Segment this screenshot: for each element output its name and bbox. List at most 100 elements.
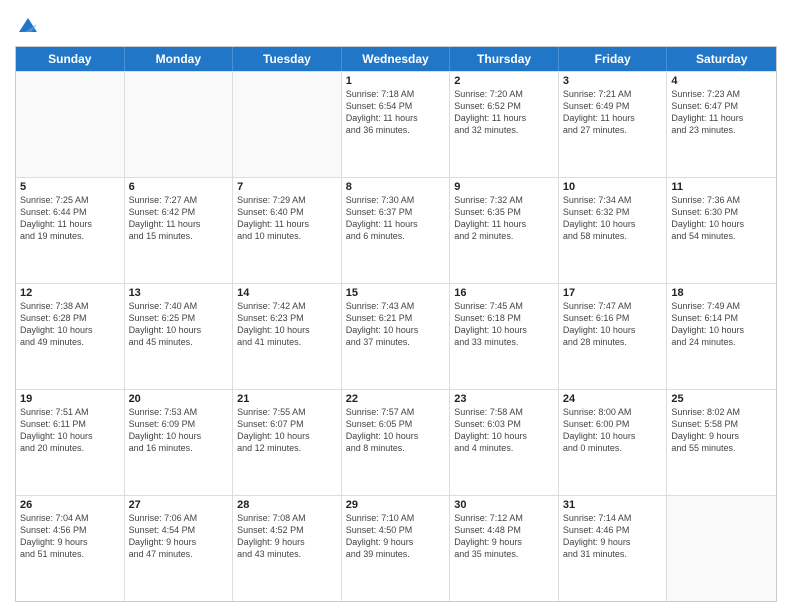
day-info: Sunrise: 7:57 AM Sunset: 6:05 PM Dayligh… xyxy=(346,406,446,455)
day-info: Sunrise: 7:34 AM Sunset: 6:32 PM Dayligh… xyxy=(563,194,663,243)
day-info: Sunrise: 7:32 AM Sunset: 6:35 PM Dayligh… xyxy=(454,194,554,243)
day-number: 17 xyxy=(563,287,663,299)
weekday-header-tuesday: Tuesday xyxy=(233,47,342,71)
day-info: Sunrise: 7:14 AM Sunset: 4:46 PM Dayligh… xyxy=(563,512,663,561)
day-info: Sunrise: 7:25 AM Sunset: 6:44 PM Dayligh… xyxy=(20,194,120,243)
day-info: Sunrise: 7:51 AM Sunset: 6:11 PM Dayligh… xyxy=(20,406,120,455)
day-info: Sunrise: 7:29 AM Sunset: 6:40 PM Dayligh… xyxy=(237,194,337,243)
day-number: 2 xyxy=(454,75,554,87)
weekday-header-monday: Monday xyxy=(125,47,234,71)
day-number: 27 xyxy=(129,499,229,511)
day-cell-25: 25Sunrise: 8:02 AM Sunset: 5:58 PM Dayli… xyxy=(667,390,776,495)
day-info: Sunrise: 7:23 AM Sunset: 6:47 PM Dayligh… xyxy=(671,88,772,137)
day-number: 7 xyxy=(237,181,337,193)
day-info: Sunrise: 7:06 AM Sunset: 4:54 PM Dayligh… xyxy=(129,512,229,561)
day-cell-empty-0-1 xyxy=(125,72,234,177)
day-info: Sunrise: 7:55 AM Sunset: 6:07 PM Dayligh… xyxy=(237,406,337,455)
day-cell-3: 3Sunrise: 7:21 AM Sunset: 6:49 PM Daylig… xyxy=(559,72,668,177)
day-number: 15 xyxy=(346,287,446,299)
day-cell-15: 15Sunrise: 7:43 AM Sunset: 6:21 PM Dayli… xyxy=(342,284,451,389)
day-info: Sunrise: 7:36 AM Sunset: 6:30 PM Dayligh… xyxy=(671,194,772,243)
day-number: 20 xyxy=(129,393,229,405)
day-info: Sunrise: 7:18 AM Sunset: 6:54 PM Dayligh… xyxy=(346,88,446,137)
day-number: 28 xyxy=(237,499,337,511)
day-number: 9 xyxy=(454,181,554,193)
day-cell-24: 24Sunrise: 8:00 AM Sunset: 6:00 PM Dayli… xyxy=(559,390,668,495)
day-cell-9: 9Sunrise: 7:32 AM Sunset: 6:35 PM Daylig… xyxy=(450,178,559,283)
day-info: Sunrise: 8:00 AM Sunset: 6:00 PM Dayligh… xyxy=(563,406,663,455)
day-number: 5 xyxy=(20,181,120,193)
day-cell-8: 8Sunrise: 7:30 AM Sunset: 6:37 PM Daylig… xyxy=(342,178,451,283)
day-cell-14: 14Sunrise: 7:42 AM Sunset: 6:23 PM Dayli… xyxy=(233,284,342,389)
day-cell-6: 6Sunrise: 7:27 AM Sunset: 6:42 PM Daylig… xyxy=(125,178,234,283)
day-number: 23 xyxy=(454,393,554,405)
day-info: Sunrise: 7:53 AM Sunset: 6:09 PM Dayligh… xyxy=(129,406,229,455)
day-cell-16: 16Sunrise: 7:45 AM Sunset: 6:18 PM Dayli… xyxy=(450,284,559,389)
day-number: 30 xyxy=(454,499,554,511)
day-cell-10: 10Sunrise: 7:34 AM Sunset: 6:32 PM Dayli… xyxy=(559,178,668,283)
day-cell-1: 1Sunrise: 7:18 AM Sunset: 6:54 PM Daylig… xyxy=(342,72,451,177)
day-number: 11 xyxy=(671,181,772,193)
calendar-row-3: 19Sunrise: 7:51 AM Sunset: 6:11 PM Dayli… xyxy=(16,389,776,495)
day-cell-empty-0-2 xyxy=(233,72,342,177)
calendar: SundayMondayTuesdayWednesdayThursdayFrid… xyxy=(15,46,777,602)
day-info: Sunrise: 7:20 AM Sunset: 6:52 PM Dayligh… xyxy=(454,88,554,137)
day-info: Sunrise: 7:49 AM Sunset: 6:14 PM Dayligh… xyxy=(671,300,772,349)
day-cell-13: 13Sunrise: 7:40 AM Sunset: 6:25 PM Dayli… xyxy=(125,284,234,389)
weekday-header-saturday: Saturday xyxy=(667,47,776,71)
day-number: 18 xyxy=(671,287,772,299)
day-cell-18: 18Sunrise: 7:49 AM Sunset: 6:14 PM Dayli… xyxy=(667,284,776,389)
day-cell-22: 22Sunrise: 7:57 AM Sunset: 6:05 PM Dayli… xyxy=(342,390,451,495)
day-info: Sunrise: 7:38 AM Sunset: 6:28 PM Dayligh… xyxy=(20,300,120,349)
day-cell-20: 20Sunrise: 7:53 AM Sunset: 6:09 PM Dayli… xyxy=(125,390,234,495)
day-cell-28: 28Sunrise: 7:08 AM Sunset: 4:52 PM Dayli… xyxy=(233,496,342,601)
page: SundayMondayTuesdayWednesdayThursdayFrid… xyxy=(0,0,792,612)
day-cell-26: 26Sunrise: 7:04 AM Sunset: 4:56 PM Dayli… xyxy=(16,496,125,601)
day-number: 13 xyxy=(129,287,229,299)
day-cell-31: 31Sunrise: 7:14 AM Sunset: 4:46 PM Dayli… xyxy=(559,496,668,601)
day-number: 14 xyxy=(237,287,337,299)
day-cell-27: 27Sunrise: 7:06 AM Sunset: 4:54 PM Dayli… xyxy=(125,496,234,601)
day-number: 8 xyxy=(346,181,446,193)
day-number: 4 xyxy=(671,75,772,87)
day-number: 3 xyxy=(563,75,663,87)
day-info: Sunrise: 7:21 AM Sunset: 6:49 PM Dayligh… xyxy=(563,88,663,137)
day-number: 19 xyxy=(20,393,120,405)
day-cell-17: 17Sunrise: 7:47 AM Sunset: 6:16 PM Dayli… xyxy=(559,284,668,389)
day-number: 31 xyxy=(563,499,663,511)
header xyxy=(15,10,777,38)
day-info: Sunrise: 7:47 AM Sunset: 6:16 PM Dayligh… xyxy=(563,300,663,349)
day-cell-12: 12Sunrise: 7:38 AM Sunset: 6:28 PM Dayli… xyxy=(16,284,125,389)
day-cell-4: 4Sunrise: 7:23 AM Sunset: 6:47 PM Daylig… xyxy=(667,72,776,177)
day-number: 1 xyxy=(346,75,446,87)
day-info: Sunrise: 8:02 AM Sunset: 5:58 PM Dayligh… xyxy=(671,406,772,455)
day-number: 12 xyxy=(20,287,120,299)
weekday-header-sunday: Sunday xyxy=(16,47,125,71)
day-info: Sunrise: 7:08 AM Sunset: 4:52 PM Dayligh… xyxy=(237,512,337,561)
day-number: 26 xyxy=(20,499,120,511)
day-number: 24 xyxy=(563,393,663,405)
weekday-header-thursday: Thursday xyxy=(450,47,559,71)
calendar-row-0: 1Sunrise: 7:18 AM Sunset: 6:54 PM Daylig… xyxy=(16,71,776,177)
day-info: Sunrise: 7:42 AM Sunset: 6:23 PM Dayligh… xyxy=(237,300,337,349)
day-cell-empty-0-0 xyxy=(16,72,125,177)
day-cell-empty-4-6 xyxy=(667,496,776,601)
day-number: 22 xyxy=(346,393,446,405)
day-info: Sunrise: 7:04 AM Sunset: 4:56 PM Dayligh… xyxy=(20,512,120,561)
day-number: 6 xyxy=(129,181,229,193)
day-cell-2: 2Sunrise: 7:20 AM Sunset: 6:52 PM Daylig… xyxy=(450,72,559,177)
weekday-header-friday: Friday xyxy=(559,47,668,71)
day-cell-23: 23Sunrise: 7:58 AM Sunset: 6:03 PM Dayli… xyxy=(450,390,559,495)
day-cell-29: 29Sunrise: 7:10 AM Sunset: 4:50 PM Dayli… xyxy=(342,496,451,601)
day-cell-21: 21Sunrise: 7:55 AM Sunset: 6:07 PM Dayli… xyxy=(233,390,342,495)
day-cell-19: 19Sunrise: 7:51 AM Sunset: 6:11 PM Dayli… xyxy=(16,390,125,495)
day-info: Sunrise: 7:40 AM Sunset: 6:25 PM Dayligh… xyxy=(129,300,229,349)
day-info: Sunrise: 7:12 AM Sunset: 4:48 PM Dayligh… xyxy=(454,512,554,561)
calendar-row-4: 26Sunrise: 7:04 AM Sunset: 4:56 PM Dayli… xyxy=(16,495,776,601)
calendar-row-2: 12Sunrise: 7:38 AM Sunset: 6:28 PM Dayli… xyxy=(16,283,776,389)
day-cell-11: 11Sunrise: 7:36 AM Sunset: 6:30 PM Dayli… xyxy=(667,178,776,283)
day-cell-7: 7Sunrise: 7:29 AM Sunset: 6:40 PM Daylig… xyxy=(233,178,342,283)
day-info: Sunrise: 7:58 AM Sunset: 6:03 PM Dayligh… xyxy=(454,406,554,455)
day-info: Sunrise: 7:45 AM Sunset: 6:18 PM Dayligh… xyxy=(454,300,554,349)
logo xyxy=(15,14,39,38)
